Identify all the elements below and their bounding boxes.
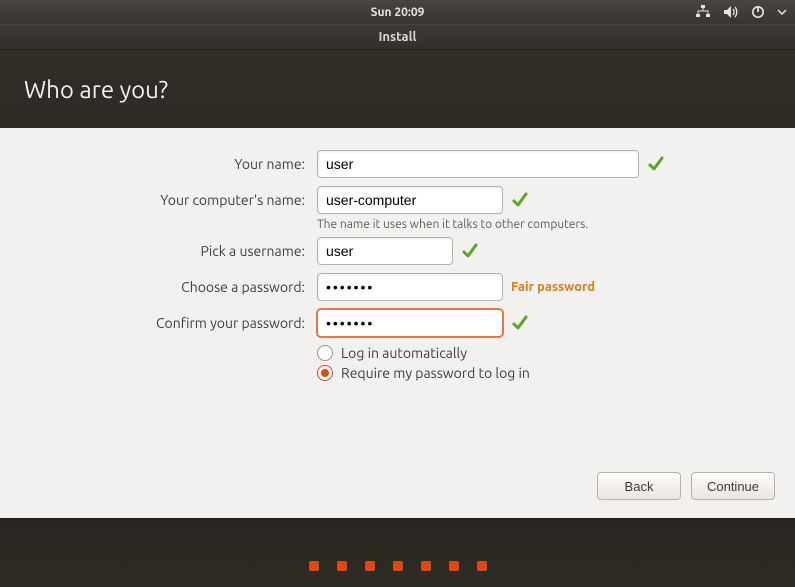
system-tray xyxy=(695,5,787,19)
radio-require-password[interactable]: Require my password to log in xyxy=(317,365,795,381)
username-label: Pick a username: xyxy=(0,243,317,259)
back-button[interactable]: Back xyxy=(597,472,681,500)
name-input[interactable] xyxy=(317,150,639,178)
radio-login-auto-label: Log in automatically xyxy=(341,345,467,361)
clock: Sun 20:09 xyxy=(371,6,425,19)
progress-dot xyxy=(337,561,347,571)
progress-dot xyxy=(365,561,375,571)
progress-dot xyxy=(449,561,459,571)
computer-label: Your computer's name: xyxy=(0,192,317,208)
computer-hint: The name it uses when it talks to other … xyxy=(317,218,795,231)
progress-dot xyxy=(421,561,431,571)
window-titlebar: Install xyxy=(0,24,795,50)
page-title: Who are you? xyxy=(24,76,168,103)
window-title: Install xyxy=(379,30,417,44)
check-icon xyxy=(461,242,479,260)
check-icon xyxy=(511,191,529,209)
password-input[interactable] xyxy=(317,273,503,301)
radio-icon xyxy=(317,345,333,361)
confirm-password-input[interactable] xyxy=(317,309,503,337)
form-body: Your name: Your computer's name: The nam… xyxy=(0,128,795,518)
computer-input[interactable] xyxy=(317,186,503,214)
volume-icon[interactable] xyxy=(723,5,739,19)
progress-dot xyxy=(477,561,487,571)
name-label: Your name: xyxy=(0,156,317,172)
progress-dots xyxy=(0,518,795,587)
password-label: Choose a password: xyxy=(0,279,317,295)
continue-button[interactable]: Continue xyxy=(691,472,775,500)
check-icon xyxy=(647,155,665,173)
progress-dot xyxy=(393,561,403,571)
check-icon xyxy=(511,314,529,332)
confirm-label: Confirm your password: xyxy=(0,315,317,331)
radio-icon xyxy=(317,365,333,381)
radio-require-password-label: Require my password to log in xyxy=(341,365,530,381)
system-menubar: Sun 20:09 xyxy=(0,0,795,24)
dropdown-arrow-icon[interactable] xyxy=(777,5,787,19)
radio-login-auto[interactable]: Log in automatically xyxy=(317,345,795,361)
network-icon[interactable] xyxy=(695,5,711,19)
password-strength: Fair password xyxy=(511,280,595,294)
power-icon[interactable] xyxy=(751,5,765,19)
username-input[interactable] xyxy=(317,237,453,265)
progress-dot xyxy=(309,561,319,571)
page-header: Who are you? xyxy=(0,50,795,128)
